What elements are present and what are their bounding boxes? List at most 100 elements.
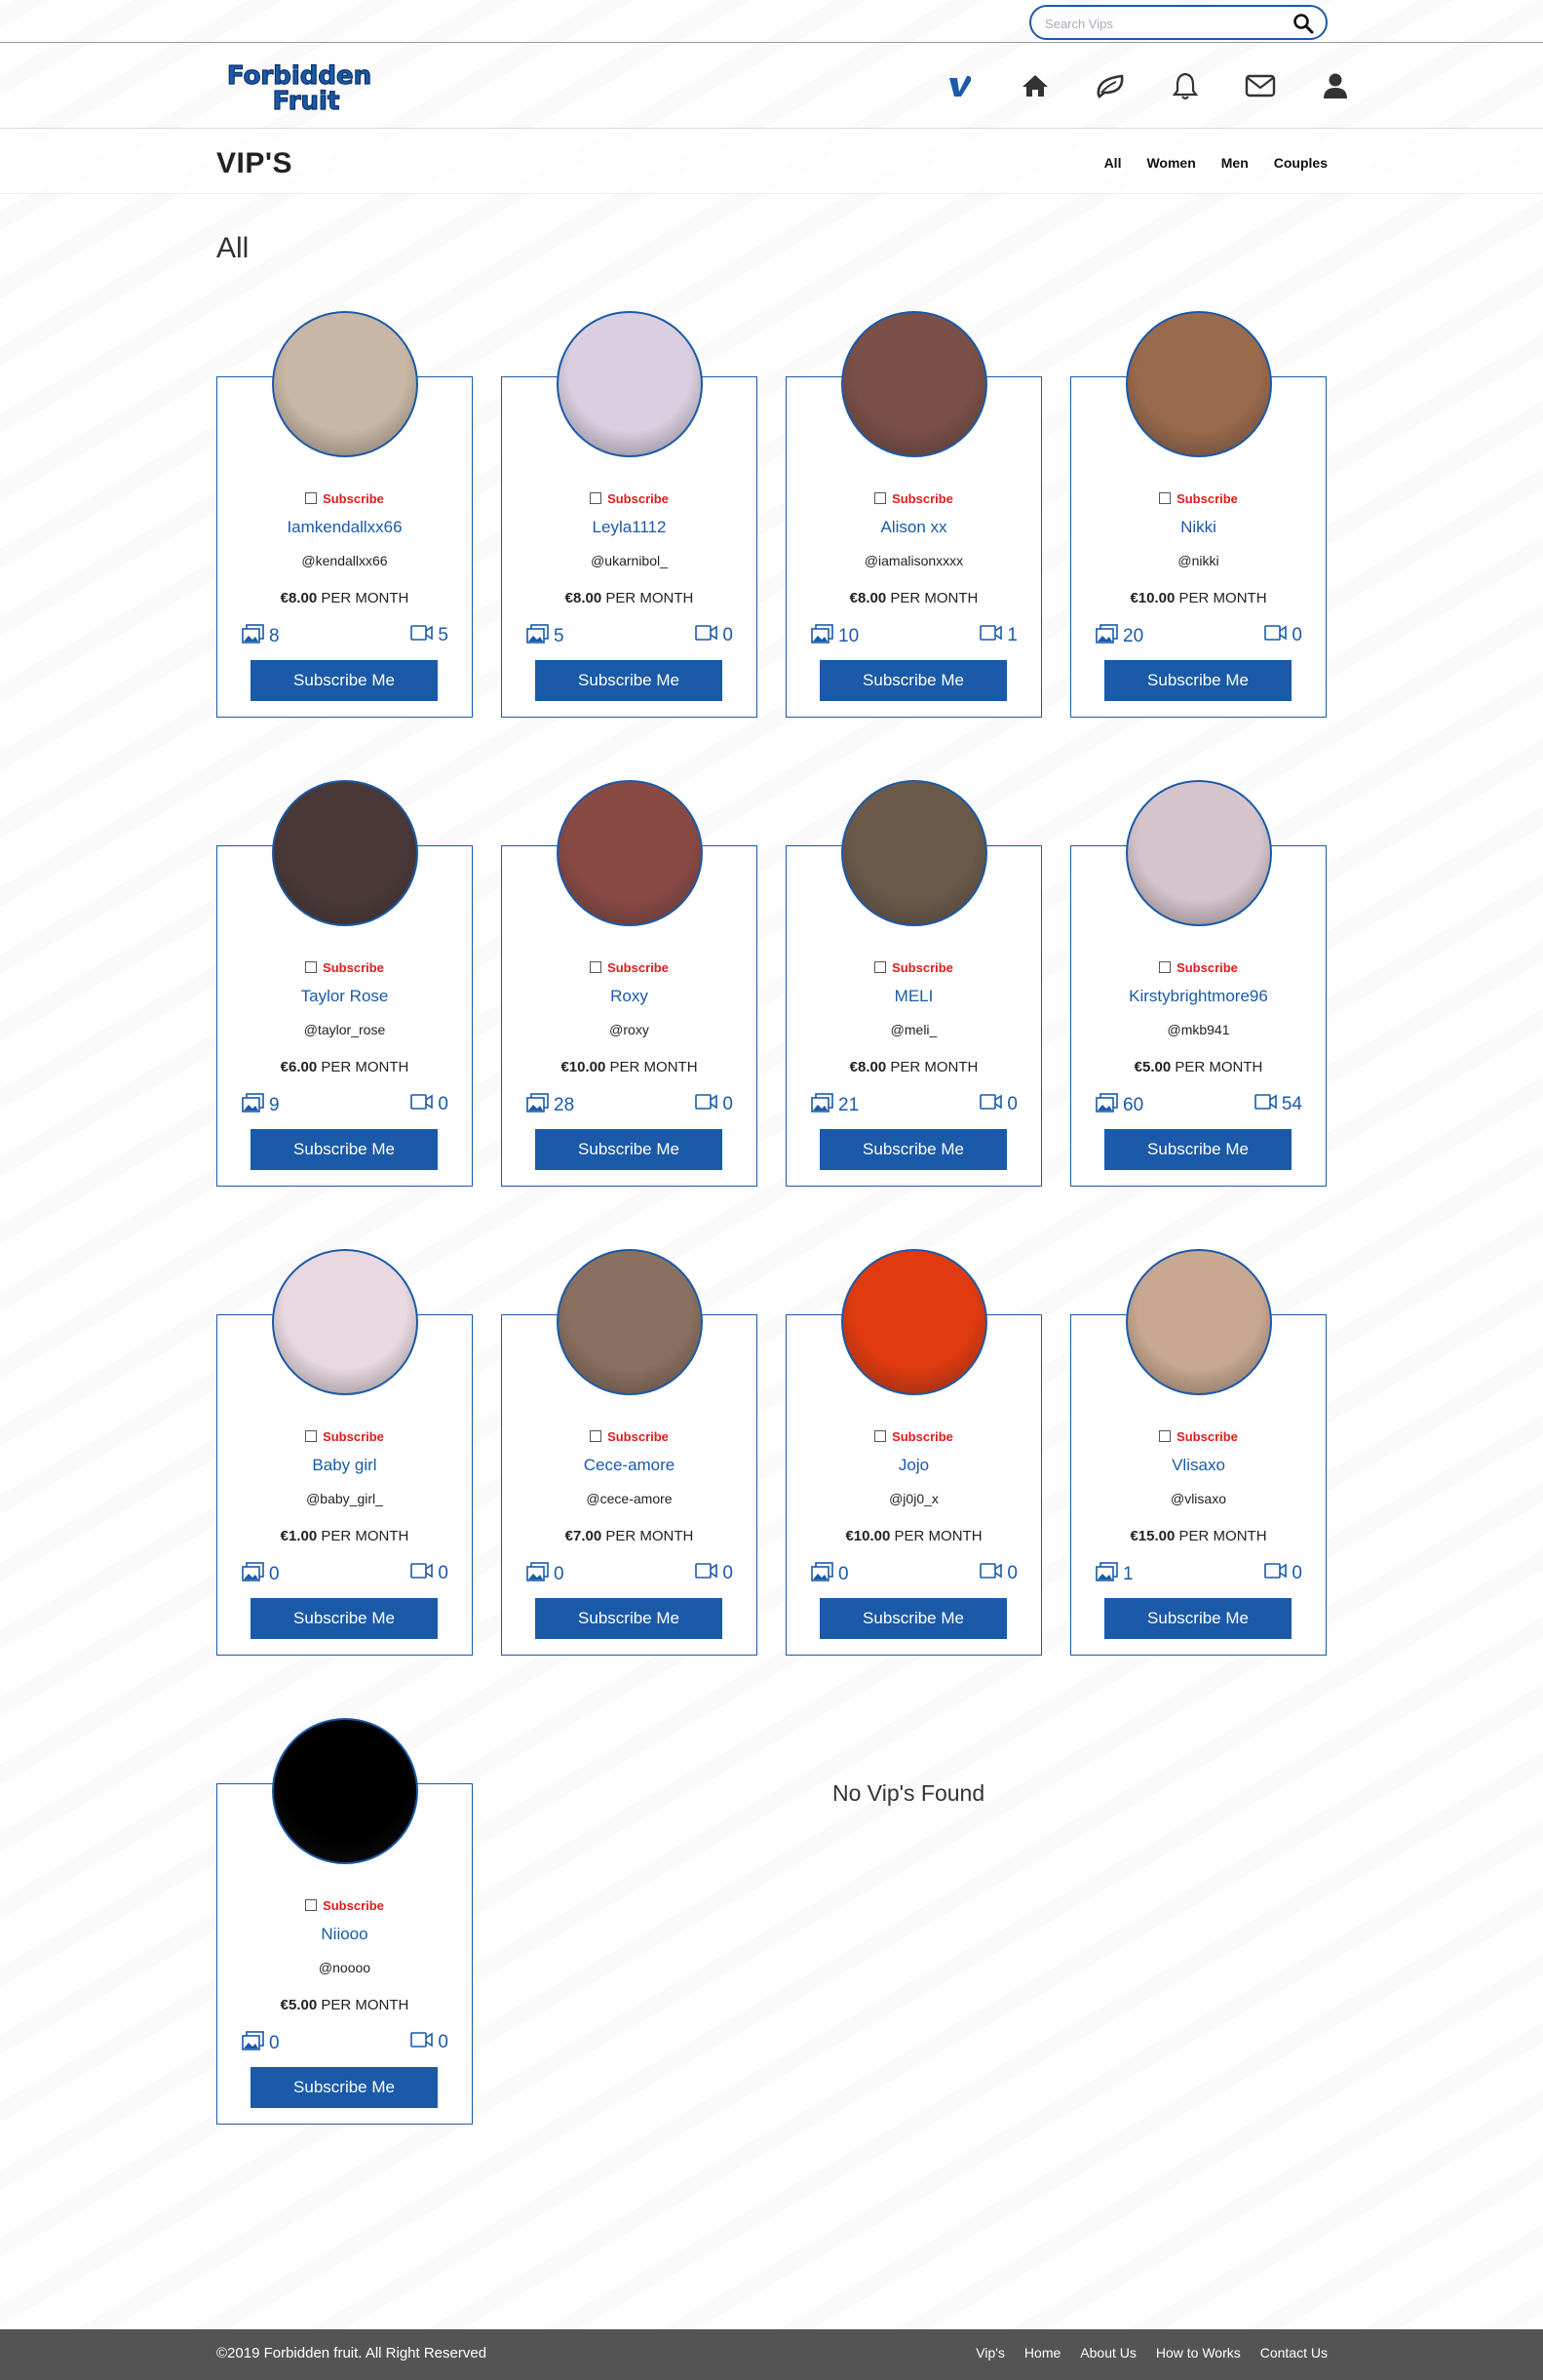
subscribe-me-button[interactable]: Subscribe Me [535, 1598, 722, 1639]
avatar[interactable] [272, 311, 418, 457]
avatar[interactable] [1126, 780, 1272, 926]
subscribe-checkbox[interactable] [1159, 1430, 1172, 1442]
avatar[interactable] [1126, 1249, 1272, 1395]
avatar[interactable] [557, 311, 703, 457]
vip-icon[interactable] [922, 64, 997, 107]
subscribe-me-button[interactable]: Subscribe Me [251, 660, 438, 701]
filter-all[interactable]: All [1104, 155, 1122, 171]
subscribe-label: Subscribe [607, 1429, 669, 1444]
subscribe-checkbox[interactable] [305, 1430, 318, 1442]
photo-count-value: 0 [269, 2032, 280, 2053]
vip-price: €8.00 PER MONTH [217, 590, 472, 606]
avatar[interactable] [272, 1718, 418, 1864]
home-icon[interactable] [997, 64, 1072, 107]
vip-name[interactable]: MELI [787, 987, 1041, 1006]
subscribe-me-button[interactable]: Subscribe Me [820, 1598, 1007, 1639]
bell-icon[interactable] [1147, 64, 1222, 107]
video-count: 0 [1264, 1562, 1302, 1584]
media-stats: 00 [242, 1562, 448, 1587]
photos-icon [811, 1562, 834, 1586]
subscribe-checkbox[interactable] [305, 961, 318, 973]
footer-link-how[interactable]: How to Works [1156, 2345, 1241, 2360]
subscribe-me-button[interactable]: Subscribe Me [1104, 1129, 1292, 1170]
vip-name[interactable]: Vlisaxo [1071, 1456, 1326, 1475]
subscribe-checkbox[interactable] [590, 1430, 602, 1442]
subscribe-checkbox[interactable] [874, 1430, 887, 1442]
vip-name[interactable]: Cece-amore [502, 1456, 756, 1475]
footer-link-vips[interactable]: Vip's [976, 2345, 1005, 2360]
search-icon[interactable] [1292, 13, 1314, 34]
user-icon[interactable] [1297, 64, 1372, 107]
subscribe-me-button[interactable]: Subscribe Me [251, 1129, 438, 1170]
vip-name[interactable]: Niiooo [217, 1925, 472, 1944]
filter-couples[interactable]: Couples [1274, 155, 1328, 171]
filter-women[interactable]: Women [1146, 155, 1195, 171]
vip-handle: @taylor_rose [303, 1022, 386, 1037]
vip-name[interactable]: Nikki [1071, 518, 1326, 537]
photos-icon [1096, 1562, 1119, 1586]
subscribe-me-button[interactable]: Subscribe Me [820, 1129, 1007, 1170]
subscribe-checkbox[interactable] [305, 492, 318, 504]
footer: ©2019 Forbidden fruit. All Right Reserve… [0, 2329, 1543, 2380]
subscribe-me-button[interactable]: Subscribe Me [1104, 1598, 1292, 1639]
price-amount: €1.00 [280, 1528, 318, 1544]
avatar[interactable] [272, 1249, 418, 1395]
price-amount: €8.00 [849, 590, 887, 606]
vip-name[interactable]: Iamkendallxx66 [217, 518, 472, 537]
vip-name[interactable]: Taylor Rose [217, 987, 472, 1006]
price-period: PER MONTH [605, 590, 694, 606]
subscribe-checkbox[interactable] [590, 961, 602, 973]
vip-name[interactable]: Roxy [502, 987, 756, 1006]
price-period: PER MONTH [609, 1059, 698, 1075]
vip-handle: @j0j0_x [889, 1491, 939, 1506]
search-input[interactable] [1045, 14, 1279, 33]
vip-name[interactable]: Kirstybrightmore96 [1071, 987, 1326, 1006]
subscribe-checkbox[interactable] [874, 492, 887, 504]
footer-link-about[interactable]: About Us [1080, 2345, 1137, 2360]
vip-card: Subscribe Vlisaxo @vlisaxo €15.00 PER MONTH… [1070, 1249, 1327, 1656]
vip-name[interactable]: Baby girl [217, 1456, 472, 1475]
vip-name[interactable]: Jojo [787, 1456, 1041, 1475]
subscribe-me-button[interactable]: Subscribe Me [251, 1598, 438, 1639]
video-count: 54 [1254, 1093, 1302, 1115]
footer-link-home[interactable]: Home [1024, 2345, 1061, 2360]
avatar[interactable] [557, 1249, 703, 1395]
vip-name[interactable]: Alison xx [787, 518, 1041, 537]
footer-link-contact[interactable]: Contact Us [1260, 2345, 1328, 2360]
media-stats: 21 0 [811, 1093, 1018, 1118]
avatar[interactable] [557, 780, 703, 926]
price-amount: €6.00 [280, 1059, 318, 1075]
subscribe-me-button[interactable]: Subscribe Me [820, 660, 1007, 701]
subscribe-me-button[interactable]: Subscribe Me [1104, 660, 1292, 701]
feed-icon[interactable] [1072, 64, 1147, 107]
subscribe-me-button[interactable]: Subscribe Me [535, 1129, 722, 1170]
media-stats: 00 [811, 1562, 1018, 1587]
vip-price: €5.00 PER MONTH [1071, 1059, 1326, 1075]
subscribe-checkbox[interactable] [1159, 492, 1172, 504]
subscribe-checkbox[interactable] [305, 1899, 318, 1911]
photo-count-value: 60 [1123, 1094, 1144, 1115]
avatar[interactable] [841, 780, 987, 926]
video-count-value: 0 [1007, 1093, 1018, 1114]
media-stats: 10 [1096, 1562, 1302, 1587]
price-period: PER MONTH [1178, 590, 1267, 606]
filter-men[interactable]: Men [1221, 155, 1249, 171]
avatar[interactable] [841, 1249, 987, 1395]
avatar[interactable] [841, 311, 987, 457]
price-period: PER MONTH [1175, 1059, 1263, 1075]
avatar[interactable] [1126, 311, 1272, 457]
vip-card: Subscribe Kirstybrightmore96 @mkb941 €5.00 … [1070, 780, 1327, 1187]
site-logo[interactable]: Forbidden Fruit [216, 60, 382, 113]
photos-icon [811, 624, 834, 648]
subscribe-checkbox[interactable] [1159, 961, 1172, 973]
subscribe-checkbox[interactable] [874, 961, 887, 973]
vip-name[interactable]: Leyla1112 [502, 518, 756, 537]
subscribe-label: Subscribe [1177, 491, 1238, 506]
subscribe-checkbox[interactable] [590, 492, 602, 504]
subscribe-me-button[interactable]: Subscribe Me [251, 2067, 438, 2108]
subscribe-me-button[interactable]: Subscribe Me [535, 660, 722, 701]
video-count-value: 0 [722, 1093, 733, 1114]
price-amount: €8.00 [849, 1059, 887, 1075]
avatar[interactable] [272, 780, 418, 926]
mail-icon[interactable] [1222, 64, 1297, 107]
